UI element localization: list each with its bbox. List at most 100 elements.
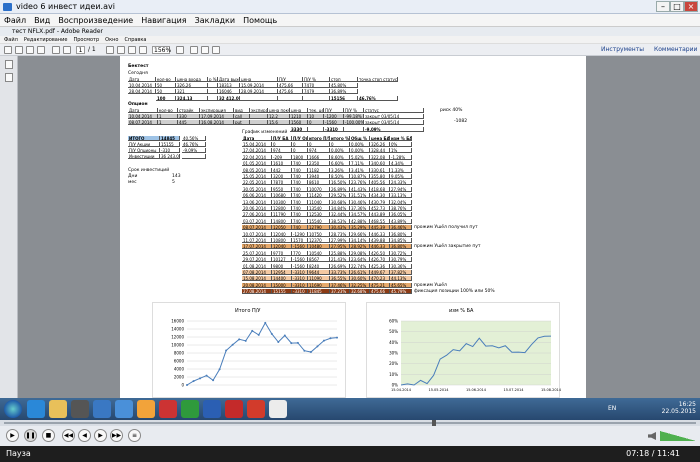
- acrobat-icon[interactable]: [225, 400, 243, 418]
- explorer-icon[interactable]: [49, 400, 67, 418]
- play-icon[interactable]: ▶: [6, 429, 19, 442]
- summary-pct: 46,76%: [182, 142, 206, 147]
- table-row-cell: 10480: [308, 244, 330, 250]
- save-icon[interactable]: [15, 46, 23, 54]
- stop-icon[interactable]: ■: [42, 429, 55, 442]
- table-row-cell: 30.05.2014: [242, 186, 272, 192]
- table-cell: 16.08.2014: [200, 120, 234, 125]
- table-row-cell: 11790: [272, 212, 292, 218]
- zoom-out-icon[interactable]: [128, 46, 136, 54]
- data-point: [309, 351, 312, 354]
- prev-page-icon[interactable]: [52, 46, 60, 54]
- table-row-cell: 8,60%: [330, 154, 350, 160]
- email-icon[interactable]: [37, 46, 45, 54]
- menu-bookmarks[interactable]: Закладки: [195, 14, 235, 26]
- step-back-icon[interactable]: ◀: [78, 429, 91, 442]
- table-row-cell: 23,76%: [350, 180, 370, 186]
- start-button-icon[interactable]: [4, 400, 22, 418]
- table-row-cell: 445,39: [370, 225, 390, 231]
- highlight-icon[interactable]: [201, 46, 209, 54]
- system-clock[interactable]: 16:25 22.05.2015: [662, 401, 696, 415]
- fast-forward-icon[interactable]: ▶▶: [110, 429, 123, 442]
- table-row-cell: 20.06.2014: [242, 206, 272, 211]
- tools-panel-button[interactable]: Инструменты: [601, 46, 644, 53]
- rewind-icon[interactable]: ◀◀: [62, 429, 75, 442]
- reader-menu-window[interactable]: Окно: [105, 36, 118, 43]
- player-taskbar-icon[interactable]: [269, 400, 287, 418]
- minimize-icon[interactable]: –: [656, 1, 670, 12]
- zoom-level-select[interactable]: 156%: [152, 46, 171, 54]
- menu-playback[interactable]: Воспроизведение: [58, 14, 133, 26]
- table-cell: 15.09.2014: [240, 83, 278, 88]
- table-cell: -1200: [324, 114, 344, 119]
- pause-icon[interactable]: ❚❚: [24, 429, 37, 442]
- table-row-cell: 06.06.2014: [242, 193, 272, 199]
- changes-title: График изменений: [242, 130, 288, 135]
- table-row-cell: 10750: [308, 231, 330, 237]
- language-indicator[interactable]: EN: [608, 405, 616, 412]
- table-row-cell: 12800: [272, 206, 292, 211]
- table-row-cell: 1%: [390, 148, 412, 154]
- menu-file[interactable]: Файл: [4, 14, 26, 26]
- reader-menu-edit[interactable]: Редактирование: [24, 36, 68, 43]
- table-header-cell: экспирация: [200, 108, 234, 113]
- firefox-icon[interactable]: [137, 400, 155, 418]
- table-header-cell: вид: [234, 108, 250, 113]
- opera-icon[interactable]: [159, 400, 177, 418]
- data-point: [192, 380, 195, 383]
- next-page-icon[interactable]: [63, 46, 71, 54]
- page-number-input[interactable]: 1: [76, 46, 85, 54]
- attachments-icon[interactable]: [5, 73, 13, 82]
- reader-menu-view[interactable]: Просмотр: [73, 36, 99, 43]
- zoom-in-icon[interactable]: [139, 46, 147, 54]
- table-row-cell: 434,30: [370, 193, 390, 199]
- table-row-cell: 43,89%: [390, 218, 412, 224]
- volume-slider[interactable]: [660, 431, 696, 441]
- comments-panel-button[interactable]: Комментарии: [654, 46, 697, 53]
- ie-icon[interactable]: [27, 400, 45, 418]
- media-icon[interactable]: [71, 400, 89, 418]
- table-total-cell: 324,13: [176, 96, 208, 101]
- app-icon-1[interactable]: [93, 400, 111, 418]
- table-row-cell: 740: [292, 167, 308, 173]
- data-point: [238, 338, 241, 341]
- comment-icon[interactable]: [190, 46, 198, 54]
- reader-menu-file[interactable]: Файл: [4, 36, 18, 43]
- y-tick-label: 6000: [174, 359, 185, 364]
- menu-navigation[interactable]: Навигация: [141, 14, 186, 26]
- select-tool-icon[interactable]: [106, 46, 114, 54]
- pages-thumbnail-icon[interactable]: [5, 60, 13, 69]
- reader-toolbar: 1 / 1 156% Инструменты Комментарии: [0, 44, 700, 56]
- hand-tool-icon[interactable]: [117, 46, 125, 54]
- volume-icon[interactable]: [648, 432, 656, 440]
- playlist-icon[interactable]: ≡: [128, 429, 141, 442]
- fit-page-icon[interactable]: [176, 46, 184, 54]
- powerpoint-icon[interactable]: [247, 400, 265, 418]
- table-row-cell: 10800: [272, 238, 292, 243]
- table-row-cell: 3,26%: [330, 167, 350, 173]
- excel-icon[interactable]: [181, 400, 199, 418]
- table-row-cell: 15.04.2014: [242, 142, 272, 147]
- table-row-cell: 446,33: [370, 244, 390, 250]
- close-icon[interactable]: ×: [684, 1, 698, 12]
- word-icon[interactable]: [203, 400, 221, 418]
- table-row-cell: 38,76%: [390, 206, 412, 211]
- menu-help[interactable]: Помощь: [243, 14, 277, 26]
- table-row-cell: 22,74%: [350, 263, 370, 269]
- open-icon[interactable]: [4, 46, 12, 54]
- sign-icon[interactable]: [212, 46, 220, 54]
- reader-menu-help[interactable]: Справка: [124, 36, 146, 43]
- table-header-cell: кол-во: [158, 108, 178, 113]
- table-cell: [208, 89, 218, 94]
- table-row-cell: 25,88%: [330, 250, 350, 256]
- app-icon-2[interactable]: [115, 400, 133, 418]
- menu-view[interactable]: Вид: [34, 14, 50, 26]
- table-header-cell: Дата: [128, 77, 156, 82]
- table-row-cell: -1560: [292, 257, 308, 263]
- seek-bar[interactable]: [4, 422, 696, 424]
- step-forward-icon[interactable]: ▶: [94, 429, 107, 442]
- table-header-cell: р %: [208, 77, 218, 82]
- print-icon[interactable]: [26, 46, 34, 54]
- maximize-icon[interactable]: □: [670, 1, 684, 12]
- table-header-cell: Дата: [128, 108, 158, 113]
